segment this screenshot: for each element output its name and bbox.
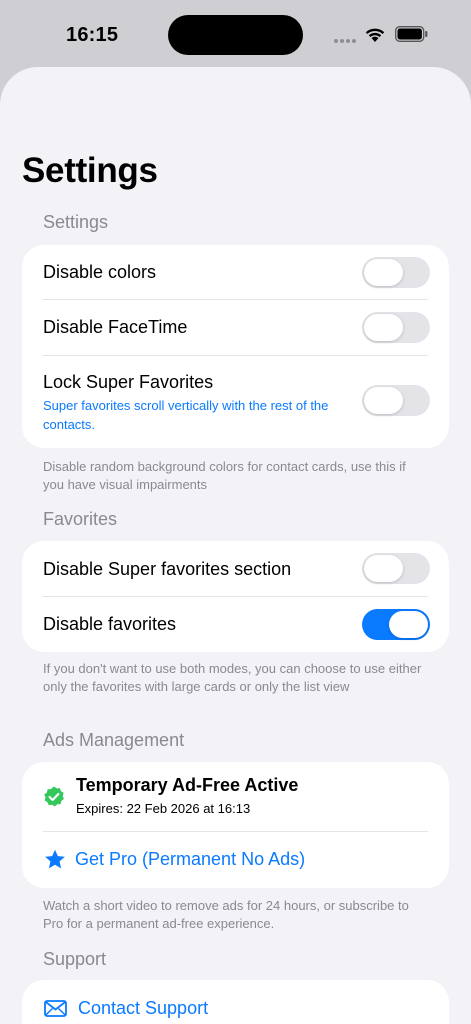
envelope-icon bbox=[44, 1000, 67, 1017]
ads-group: Temporary Ad-Free Active Expires: 22 Feb… bbox=[22, 762, 449, 888]
row-disable-favorites[interactable]: Disable favorites bbox=[43, 597, 449, 652]
support-group: Contact Support bbox=[22, 980, 449, 1024]
row-label: Disable favorites bbox=[43, 614, 177, 634]
star-icon bbox=[45, 849, 65, 869]
section-header-settings: Settings bbox=[43, 212, 109, 232]
settings-sheet: Settings Settings Disable colors Disable… bbox=[0, 67, 471, 1024]
disable-colors-toggle[interactable] bbox=[362, 257, 430, 288]
row-label: Lock Super Favorites bbox=[43, 372, 214, 392]
status-time: 16:15 bbox=[66, 24, 119, 46]
lock-super-favorites-toggle[interactable] bbox=[362, 385, 430, 416]
favorites-group: Disable Super favorites section Disable … bbox=[22, 541, 449, 652]
ads-footer: Watch a short video to remove ads for 24… bbox=[43, 898, 409, 931]
ad-free-status-title: Temporary Ad-Free Active bbox=[76, 775, 299, 795]
disable-favorites-toggle[interactable] bbox=[362, 609, 430, 640]
dynamic-island bbox=[168, 15, 303, 55]
row-label: Disable colors bbox=[43, 262, 157, 282]
checkmark-seal-icon bbox=[44, 786, 64, 807]
wifi-icon bbox=[365, 28, 385, 42]
status-bar: 16:15 bbox=[0, 0, 471, 68]
row-label: Disable FaceTime bbox=[43, 317, 188, 337]
favorites-footer: If you don't want to use both modes, you… bbox=[43, 661, 422, 694]
row-lock-super-favorites[interactable]: Lock Super Favorites Super favorites scr… bbox=[43, 356, 449, 448]
disable-super-favorites-toggle[interactable] bbox=[362, 553, 430, 584]
contact-support-label: Contact Support bbox=[78, 998, 209, 1018]
section-header-support: Support bbox=[43, 949, 107, 969]
ad-free-expiry: Expires: 22 Feb 2026 at 16:13 bbox=[76, 801, 251, 816]
row-disable-colors[interactable]: Disable colors bbox=[43, 245, 449, 300]
settings-group: Disable colors Disable FaceTime Lock Sup… bbox=[22, 245, 449, 448]
row-disable-facetime[interactable]: Disable FaceTime bbox=[43, 300, 449, 355]
cellular-signal-icon bbox=[334, 39, 356, 43]
section-header-ads: Ads Management bbox=[43, 730, 185, 750]
row-subtitle: Super favorites scroll vertically with t… bbox=[43, 398, 329, 432]
get-pro-label: Get Pro (Permanent No Ads) bbox=[75, 849, 306, 869]
contact-support-button[interactable]: Contact Support bbox=[22, 980, 449, 1024]
settings-footer: Disable random background colors for con… bbox=[43, 459, 406, 492]
row-disable-super-favorites[interactable]: Disable Super favorites section bbox=[43, 541, 449, 596]
row-label: Disable Super favorites section bbox=[43, 559, 292, 579]
page-title: Settings bbox=[22, 151, 158, 190]
get-pro-button[interactable]: Get Pro (Permanent No Ads) bbox=[22, 832, 449, 888]
battery-icon bbox=[395, 26, 428, 42]
section-header-favorites: Favorites bbox=[43, 509, 118, 529]
disable-facetime-toggle[interactable] bbox=[362, 312, 430, 343]
